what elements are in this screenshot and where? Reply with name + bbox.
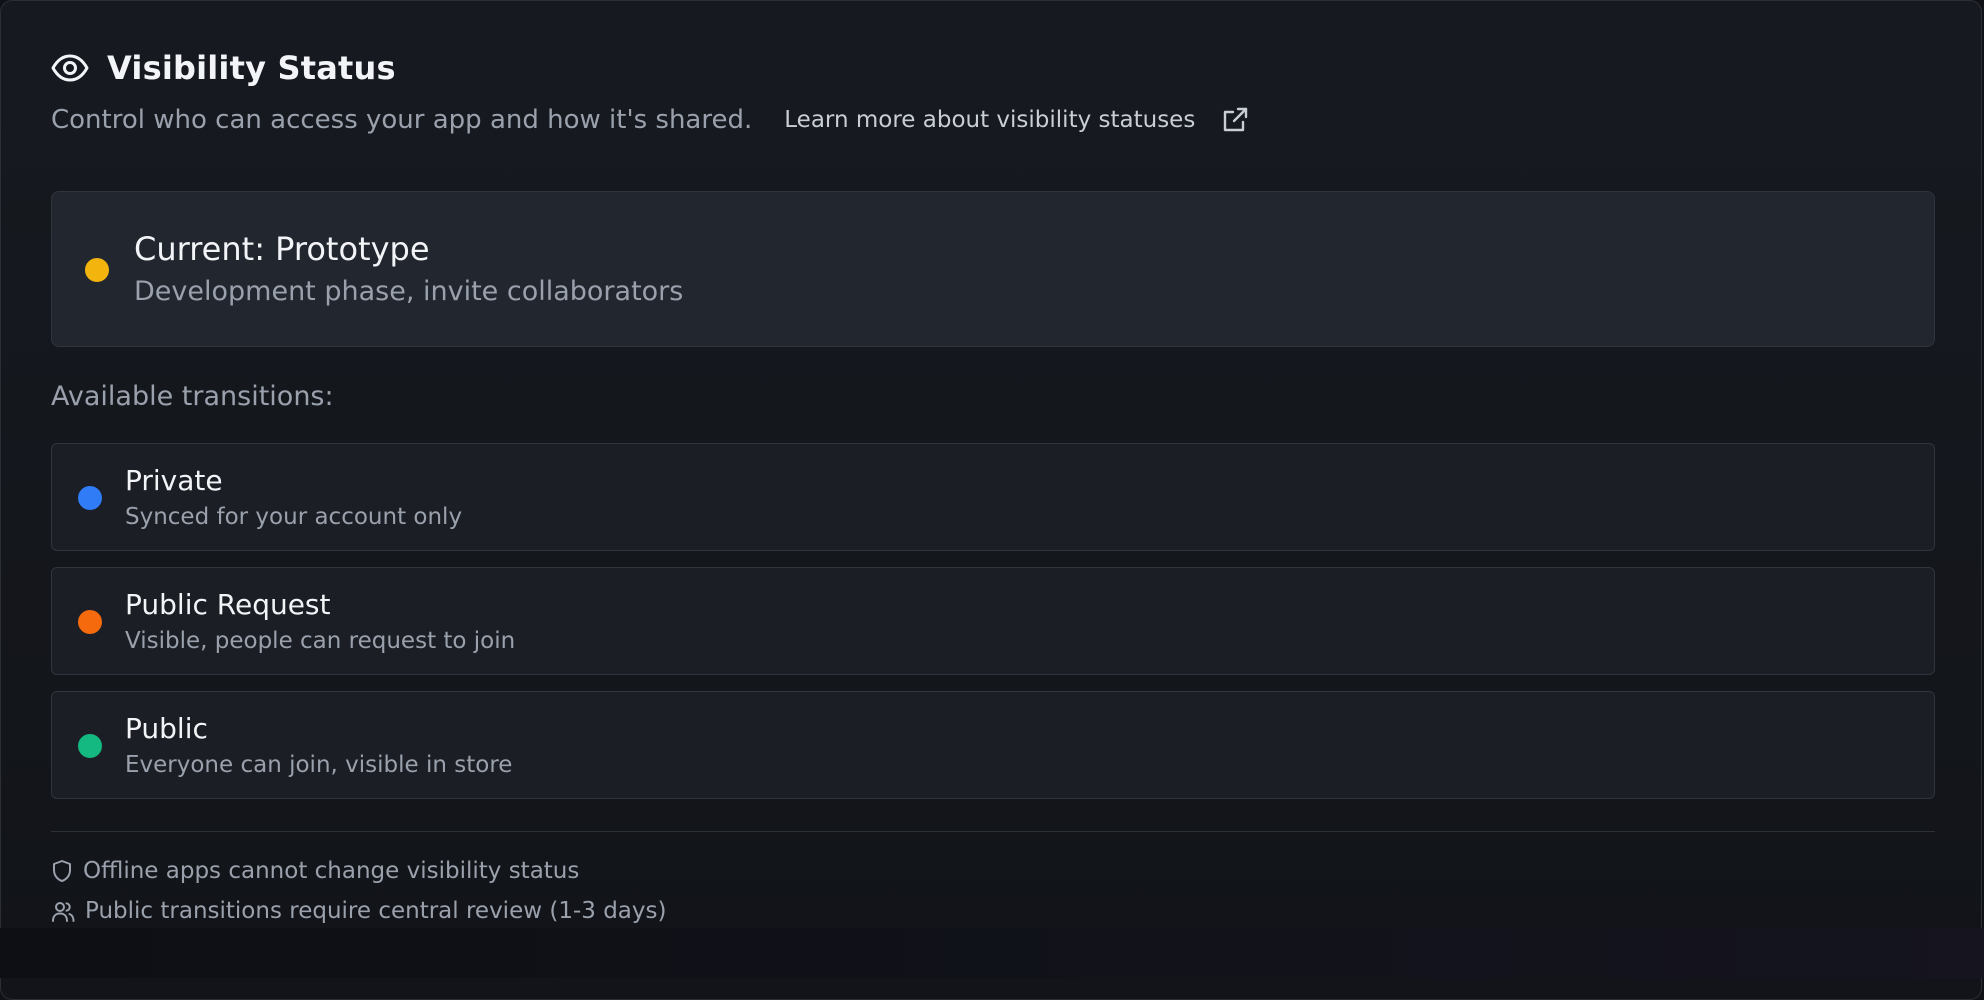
transition-option-private[interactable]: Private Synced for your account only: [51, 443, 1935, 551]
transition-option-public-request[interactable]: Public Request Visible, people can reque…: [51, 567, 1935, 675]
option-title: Public: [125, 712, 208, 745]
transition-option-public[interactable]: Public Everyone can join, visible in sto…: [51, 691, 1935, 799]
transition-options: Private Synced for your account only Pub…: [51, 443, 1935, 815]
eye-icon: [51, 54, 89, 82]
learn-more-label: Learn more about visibility statuses: [784, 107, 1196, 133]
note-offline: Offline apps cannot change visibility st…: [51, 858, 579, 884]
option-description: Everyone can join, visible in store: [125, 752, 513, 778]
option-title: Public Request: [125, 588, 331, 621]
page-title: Visibility Status: [107, 49, 396, 87]
status-dot: [78, 486, 102, 510]
learn-more-link[interactable]: Learn more about visibility statuses: [784, 106, 1249, 134]
current-status-description: Development phase, invite collaborators: [134, 276, 684, 307]
header: Visibility Status: [51, 49, 396, 87]
divider: [51, 831, 1935, 832]
note-text: Public transitions require central revie…: [85, 898, 667, 924]
page-subtitle: Control who can access your app and how …: [51, 105, 753, 135]
current-status-card: Current: Prototype Development phase, in…: [51, 191, 1935, 347]
status-dot: [78, 734, 102, 758]
external-link-icon: [1221, 106, 1249, 134]
option-description: Visible, people can request to join: [125, 628, 516, 654]
current-status-dot: [85, 258, 109, 282]
transitions-label: Available transitions:: [51, 381, 334, 412]
status-dot: [78, 610, 102, 634]
option-description: Synced for your account only: [125, 504, 463, 530]
users-icon: [51, 899, 75, 923]
current-status-title: Current: Prototype: [134, 230, 430, 268]
note-text: Offline apps cannot change visibility st…: [83, 858, 580, 884]
option-title: Private: [125, 464, 223, 497]
note-review: Public transitions require central revie…: [51, 898, 666, 924]
bottom-band: [0, 928, 1984, 978]
subtitle-row: Control who can access your app and how …: [51, 105, 1249, 135]
shield-icon: [51, 859, 73, 883]
visibility-status-panel: Visibility Status Control who can access…: [0, 0, 1982, 1000]
